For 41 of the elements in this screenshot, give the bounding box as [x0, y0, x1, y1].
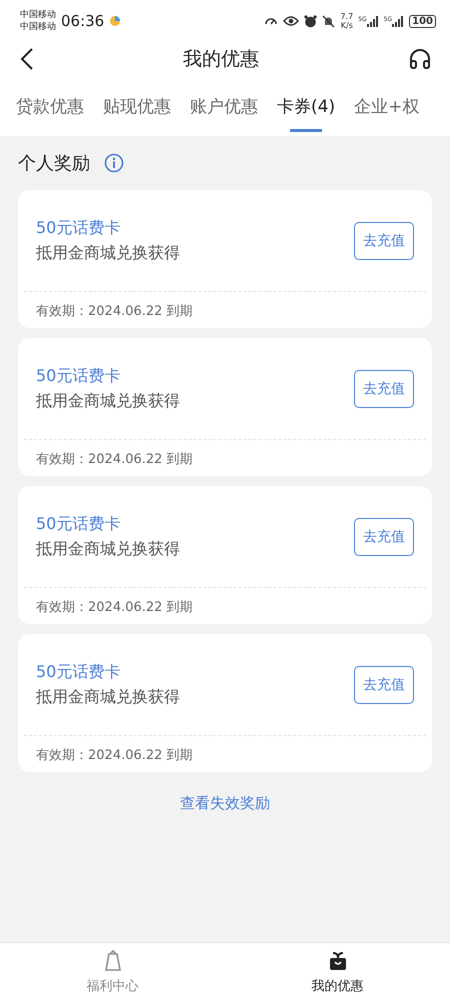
tab[interactable]: 账户优惠	[182, 80, 266, 132]
validity-date: 有效期：2024.06.22 到期	[35, 451, 194, 468]
info-icon[interactable]	[104, 153, 124, 173]
coupon-name: 50元话费卡	[36, 218, 122, 238]
network-speed: 7.7	[340, 12, 354, 21]
validity-date: 有效期：2024.06.22 到期	[35, 599, 194, 616]
eye-icon	[283, 15, 300, 27]
app-notification-icon	[109, 15, 122, 27]
tab[interactable]: 贴现优惠	[95, 80, 179, 132]
signal-icon	[366, 16, 379, 26]
recharge-button[interactable]: 去充值	[354, 370, 414, 408]
coupon-source: 抵用金商城兑换获得	[36, 390, 180, 412]
recharge-button[interactable]: 去充值	[354, 518, 414, 556]
headset-icon[interactable]	[408, 47, 432, 71]
battery-level: 100	[409, 14, 436, 28]
page-title: 我的优惠	[183, 47, 259, 72]
clock-time: 06:36	[61, 12, 104, 30]
coupon-source: 抵用金商城兑换获得	[36, 686, 180, 708]
section-title: 个人奖励	[18, 152, 90, 175]
expired-rewards-link[interactable]: 查看失效奖励	[180, 794, 270, 813]
back-icon[interactable]	[20, 47, 34, 71]
nav-item[interactable]: 我的优惠	[225, 943, 450, 1000]
coupon-name: 50元话费卡	[36, 662, 122, 682]
coupon-name: 50元话费卡	[36, 514, 122, 534]
recharge-button[interactable]: 去充值	[354, 666, 414, 704]
validity-date: 有效期：2024.06.22 到期	[35, 303, 194, 320]
tab[interactable]: 企业+权	[346, 80, 428, 132]
recharge-button[interactable]: 去充值	[354, 222, 414, 260]
bell-muted-icon	[322, 14, 336, 28]
validity-date: 有效期：2024.06.22 到期	[35, 747, 194, 764]
tab[interactable]: 卡券(4)	[269, 80, 344, 132]
coupon-source: 抵用金商城兑换获得	[36, 242, 180, 264]
network-speed: K/s	[340, 21, 353, 30]
nav-item[interactable]: 福利中心	[0, 943, 225, 1000]
carrier-name: 中国移动	[20, 9, 56, 21]
carrier-name: 中国移动	[20, 21, 56, 33]
signal-icon	[392, 16, 404, 26]
coupon-name: 50元话费卡	[36, 366, 122, 386]
alarm-icon	[304, 14, 318, 28]
coupon-source: 抵用金商城兑换获得	[36, 538, 180, 560]
tab[interactable]: 贷款优惠	[8, 80, 92, 132]
